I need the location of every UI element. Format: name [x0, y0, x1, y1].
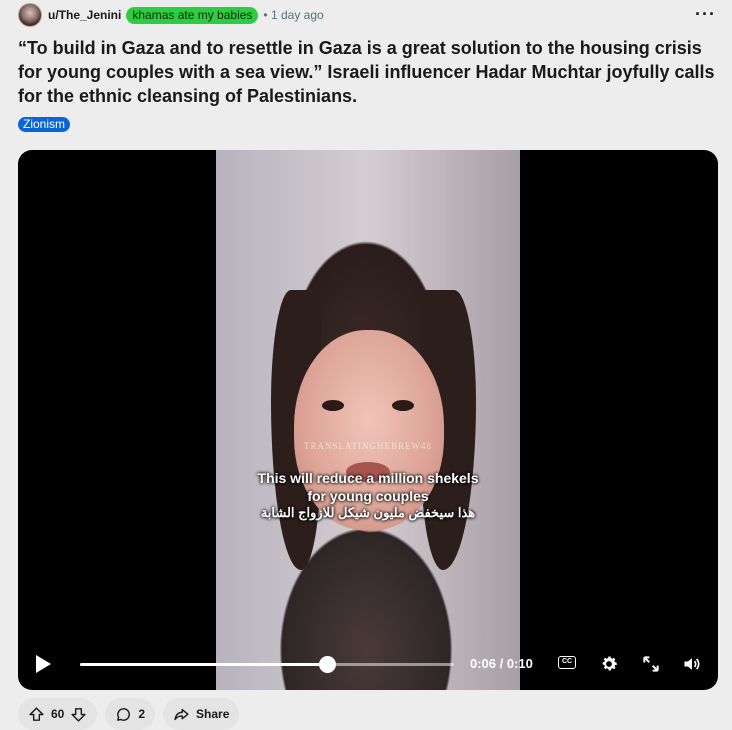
vote-count: 60	[51, 707, 65, 721]
video-frame: TRANSLATINGHEBREW48 This will reduce a m…	[216, 150, 520, 690]
video-controls: 0:06 / 0:10 CC	[18, 644, 718, 684]
post-header: u/The_Jenini khamas ate my babies • 1 da…	[18, 3, 324, 27]
video-time: 0:06 / 0:10	[470, 656, 533, 671]
play-icon[interactable]	[36, 655, 51, 673]
fullscreen-icon[interactable]	[641, 654, 661, 674]
comments-button[interactable]: 2	[105, 698, 156, 730]
seek-bar[interactable]	[80, 656, 454, 673]
settings-gear-icon[interactable]	[599, 654, 619, 674]
post-title[interactable]: “To build in Gaza and to resettle in Gaz…	[18, 36, 718, 108]
seek-handle[interactable]	[318, 656, 336, 673]
user-avatar[interactable]	[18, 3, 42, 27]
upvote-icon[interactable]	[28, 706, 45, 723]
closed-captions-icon[interactable]: CC	[558, 656, 576, 669]
post-actions: 60 2 Share	[18, 698, 240, 730]
video-player[interactable]: TRANSLATINGHEBREW48 This will reduce a m…	[18, 150, 718, 690]
share-icon	[174, 708, 189, 720]
subtitle-line-1: This will reduce a million shekels	[257, 470, 479, 486]
comment-count: 2	[138, 707, 146, 721]
post-flair-tag[interactable]: Zionism	[18, 117, 71, 132]
vote-pill: 60	[18, 698, 98, 730]
more-options-icon[interactable]: ···	[695, 5, 716, 23]
share-button[interactable]: Share	[163, 698, 240, 730]
user-flair: khamas ate my babies	[126, 6, 259, 24]
video-watermark: TRANSLATINGHEBREW48	[304, 441, 432, 451]
downvote-icon[interactable]	[70, 706, 87, 723]
comment-icon	[117, 707, 131, 721]
subtitle-line-3: هذا سيخفض مليون شيكل للازواج الشابة	[260, 505, 476, 520]
username-link[interactable]: u/The_Jenini	[48, 8, 121, 22]
post-timestamp: • 1 day ago	[263, 8, 324, 22]
share-label: Share	[196, 707, 230, 721]
seek-bar-progress	[80, 663, 327, 666]
volume-icon[interactable]	[682, 654, 702, 674]
subtitle-line-2: for young couples	[307, 488, 429, 504]
